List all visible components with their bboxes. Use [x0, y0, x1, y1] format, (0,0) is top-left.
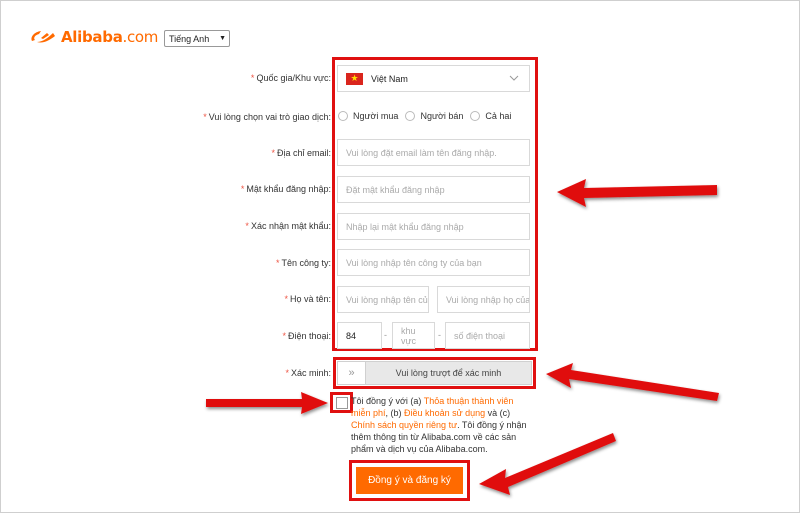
- arrow-to-checkbox: [206, 392, 328, 414]
- arrow-to-slider: [546, 363, 719, 401]
- arrow-to-submit: [479, 433, 616, 495]
- arrow-to-fields: [557, 179, 717, 207]
- annotation-arrows: [206, 179, 719, 495]
